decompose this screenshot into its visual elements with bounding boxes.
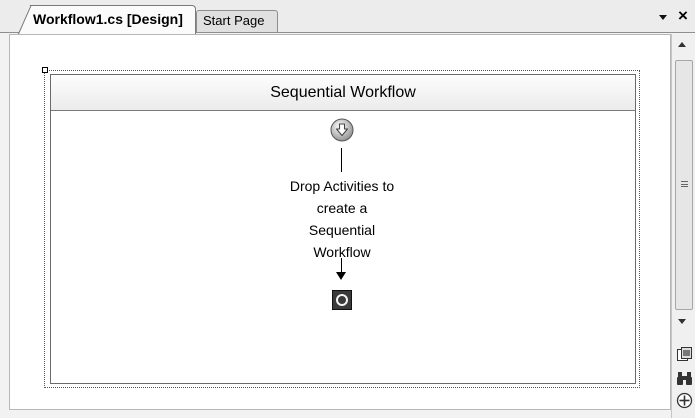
vertical-scrollbar[interactable]: [671, 34, 695, 342]
scroll-down-icon[interactable]: [678, 319, 686, 324]
drop-hint-line: create a: [316, 200, 368, 216]
close-icon[interactable]: ×: [678, 7, 688, 25]
designer-side-tools: [671, 342, 695, 418]
arrow-down-icon: [336, 272, 346, 280]
copy-image-icon[interactable]: [676, 346, 693, 363]
drop-hint-line: Drop Activities to: [289, 178, 395, 194]
drop-hint-line: Sequential: [308, 222, 376, 238]
start-arrow-icon: [330, 118, 354, 142]
tab-workflow1-design-label: Workflow1.cs [Design]: [33, 11, 183, 27]
scrollbar-thumb[interactable]: [675, 60, 693, 310]
drop-activities-hint: Drop Activities to create a Sequential W…: [262, 175, 422, 263]
end-circle-icon: [332, 290, 352, 310]
find-binoculars-icon[interactable]: [676, 370, 693, 387]
tab-workflow1-design[interactable]: Workflow1.cs [Design]: [18, 5, 196, 34]
workflow-title: Sequential Workflow: [270, 84, 416, 101]
drop-hint-line: Workflow: [313, 244, 371, 260]
tab-start-page[interactable]: Start Page: [196, 10, 278, 32]
workflow-connector: [341, 148, 342, 172]
zoom-pan-icon[interactable]: [676, 392, 693, 409]
document-tab-strip: Workflow1.cs [Design] Start Page ×: [0, 0, 695, 34]
tab-active-edge: [18, 5, 32, 34]
workflow-header[interactable]: Sequential Workflow: [51, 75, 635, 111]
scroll-up-icon[interactable]: [678, 42, 686, 47]
scrollbar-grip-icon: [681, 181, 688, 187]
selection-handle[interactable]: [42, 67, 48, 73]
tab-start-page-label: Start Page: [203, 13, 265, 28]
chevron-down-icon[interactable]: [657, 11, 669, 23]
